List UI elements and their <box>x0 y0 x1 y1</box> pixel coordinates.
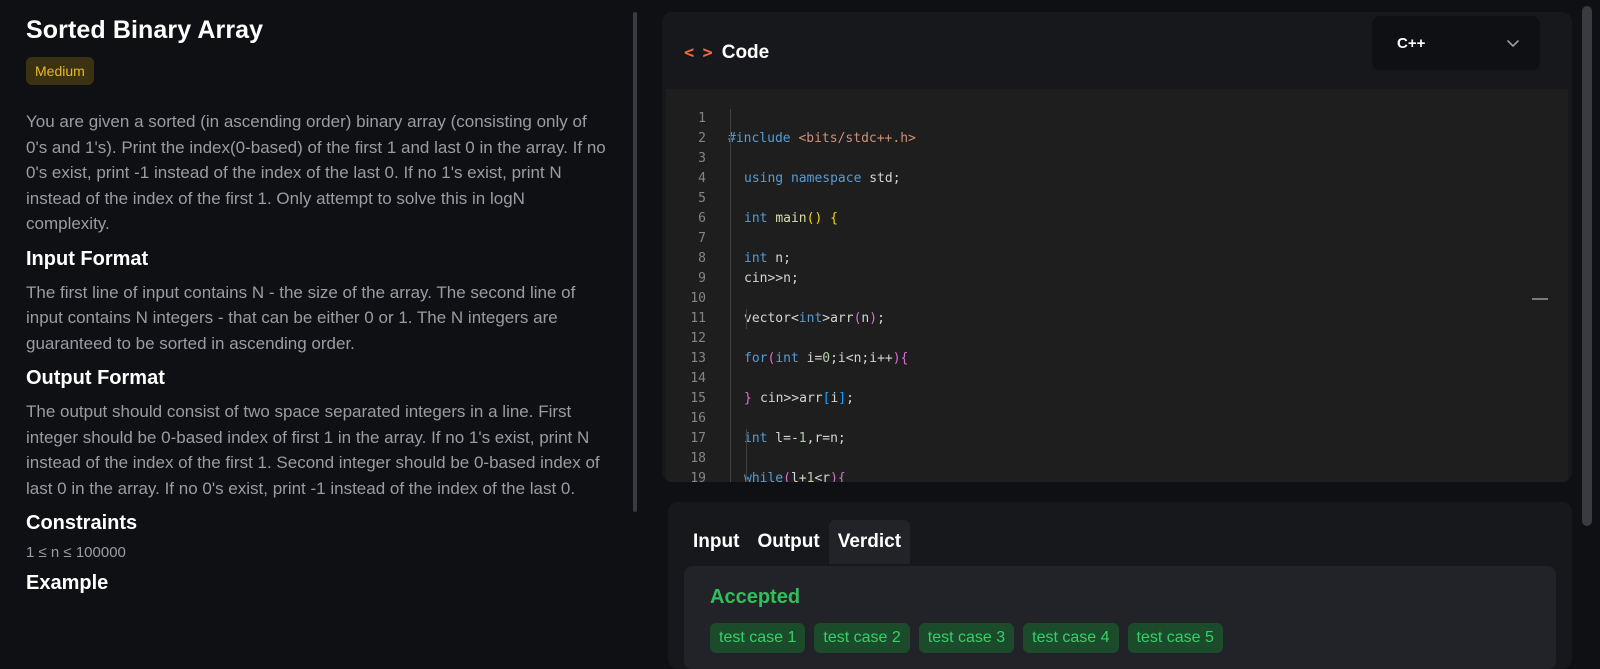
code-editor[interactable]: 1 #include <bits/stdc++.h> 2 using names… <box>666 89 1568 482</box>
code-line: 12 cin>>arr[i]; <box>666 309 1568 406</box>
code-line: 7 cin>>n; <box>666 209 1568 286</box>
test-case-list: test case 1 test case 2 test case 3 test… <box>710 623 1530 653</box>
language-select[interactable]: C++ <box>1372 16 1540 70</box>
code-line: 9 vector<int>arr(n); <box>666 249 1568 326</box>
editor-overview-ruler <box>1532 298 1548 300</box>
page-scrollbar[interactable] <box>1582 6 1592 526</box>
code-line: 6 int n; <box>666 189 1568 266</box>
code-line: 10 <box>666 269 1568 306</box>
code-line: 17 while(l+1<r){ <box>666 409 1568 482</box>
test-case-button[interactable]: test case 3 <box>918 623 1015 653</box>
panel-resize-handle[interactable] <box>633 12 637 512</box>
code-line: 1 #include <bits/stdc++.h> <box>666 89 1568 146</box>
language-label: C++ <box>1397 34 1426 52</box>
code-line: 13 } <box>666 329 1568 406</box>
code-line: 8 <box>666 229 1568 266</box>
test-case-button[interactable]: test case 2 <box>814 623 910 653</box>
output-format-heading: Output Format <box>26 367 165 389</box>
test-case-button[interactable]: test case 1 <box>710 623 806 653</box>
code-line: 11 for(int i=0;i<n;i++){ <box>666 289 1568 366</box>
tab-output[interactable]: Output <box>748 520 828 564</box>
code-panel: < > Code C++ 1 #include <bits/stdc++.h> … <box>662 12 1572 482</box>
code-line: 5 <box>666 169 1568 206</box>
example-heading: Example <box>26 572 109 594</box>
input-format-heading: Input Format <box>26 247 149 270</box>
code-line: 2 using namespace std; <box>666 109 1568 186</box>
code-header: < > Code C++ <box>662 12 1572 89</box>
constraints-text: 1 ≤ n ≤ 100000 <box>26 544 126 561</box>
code-line: 14 <box>666 349 1568 386</box>
test-case-button[interactable]: test case 4 <box>1023 623 1119 653</box>
input-format-text: The first line of input contains N - the… <box>26 282 576 353</box>
code-line: 20 l=m; <box>666 469 1568 482</box>
code-line: 3 <box>666 129 1568 166</box>
problem-description: You are given a sorted (in ascending ord… <box>26 112 606 233</box>
code-line: 18 int m = l + (r-l)/2; <box>666 429 1568 466</box>
tab-verdict[interactable]: Verdict <box>828 520 911 564</box>
output-format-text: The output should consist of two space s… <box>26 402 600 498</box>
results-panel: Input Output Verdict Accepted test case … <box>668 502 1572 669</box>
code-title: < > Code <box>684 42 769 64</box>
problem-title: Sorted Binary Array <box>26 16 264 44</box>
code-brackets-icon: < > <box>684 43 713 63</box>
verdict-status: Accepted <box>710 586 801 608</box>
code-line: 4 int main() { <box>666 149 1568 226</box>
constraints-heading: Constraints <box>26 512 138 534</box>
code-line: 15 int l=-1,r=n; <box>666 369 1568 446</box>
code-title-label: Code <box>721 42 770 63</box>
problem-panel: Sorted Binary Array Medium You are given… <box>0 0 636 669</box>
chevron-down-icon <box>1507 40 1519 47</box>
code-line: 16 <box>666 389 1568 426</box>
tab-input[interactable]: Input <box>684 520 748 564</box>
difficulty-badge: Medium <box>26 57 94 85</box>
code-line: 19 if(arr[m]==0) <box>666 449 1568 482</box>
test-case-button[interactable]: test case 5 <box>1127 623 1223 653</box>
verdict-panel: Accepted test case 1 test case 2 test ca… <box>684 566 1556 669</box>
results-tabs: Input Output Verdict <box>684 520 911 564</box>
